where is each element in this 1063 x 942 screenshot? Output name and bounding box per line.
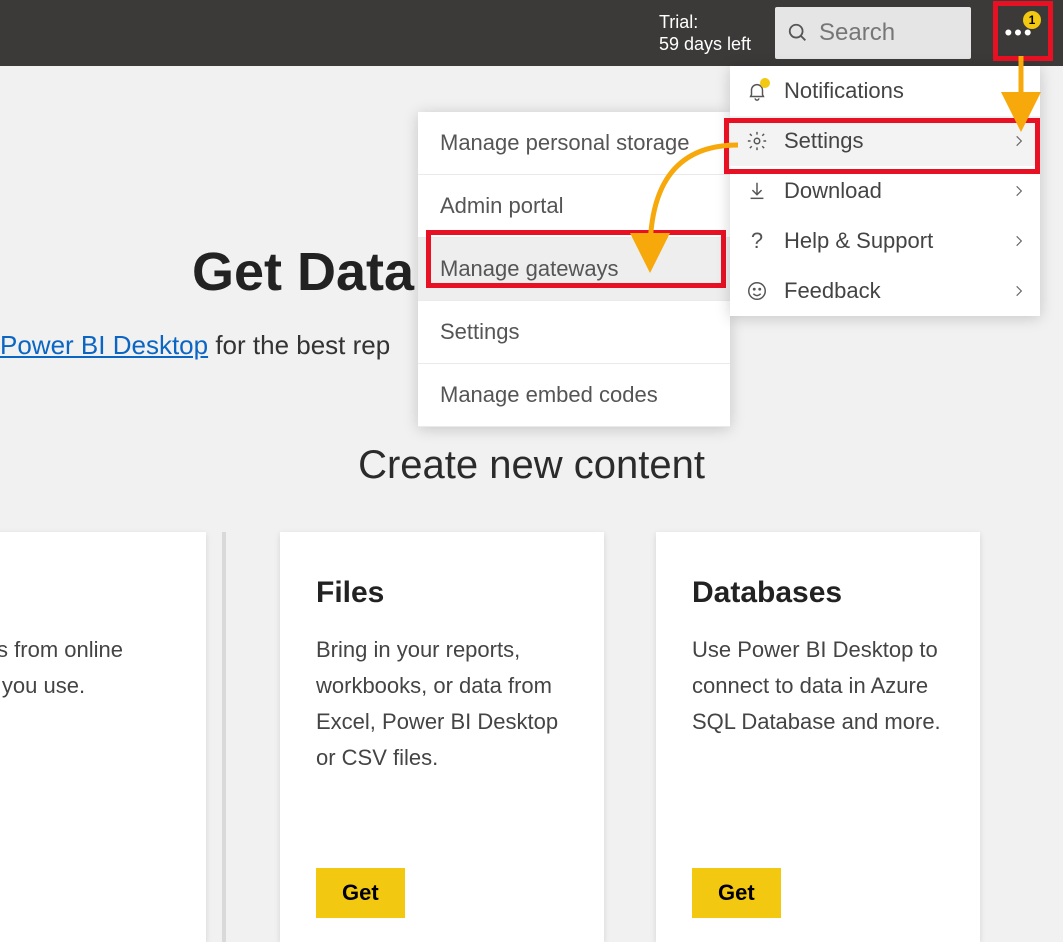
top-bar: Trial: 59 days left ••• 1 [0, 0, 1063, 66]
page-title: Get Data [192, 241, 414, 303]
dropdown-item-notifications[interactable]: Notifications [730, 66, 1040, 116]
dropdown-item-settings[interactable]: Settings [730, 116, 1040, 166]
annotation-arrow-down [1001, 56, 1041, 141]
desktop-link[interactable]: Power BI Desktop [0, 330, 208, 360]
chevron-right-icon [1012, 228, 1026, 254]
create-heading: Create new content [0, 443, 1063, 488]
dropdown-item-download[interactable]: Download [730, 166, 1040, 216]
page-subtitle: Power BI Desktop for the best rep [0, 330, 390, 361]
dropdown-label: Feedback [784, 278, 881, 304]
cards-row: ices e apps from online s that you use. … [0, 532, 980, 942]
card-databases: Databases Use Power BI Desktop to connec… [656, 532, 980, 942]
card-title: ices [0, 576, 170, 610]
card-desc-line: e apps from online [0, 632, 170, 668]
dropdown-label: Notifications [784, 78, 904, 104]
dropdown-label: Settings [784, 128, 864, 154]
dropdown-item-help[interactable]: ? Help & Support [730, 216, 1040, 266]
options-dropdown: Notifications Settings Download ? Help &… [730, 66, 1040, 316]
submenu-label: Manage embed codes [440, 382, 658, 408]
card-title: Files [316, 576, 568, 610]
submenu-label: Admin portal [440, 193, 564, 219]
search-container[interactable] [775, 7, 971, 59]
trial-label: Trial: [659, 11, 751, 33]
card-description: Bring in your reports, workbooks, or dat… [316, 632, 568, 776]
submenu-label: Manage gateways [440, 256, 619, 282]
card-description: Use Power BI Desktop to connect to data … [692, 632, 944, 740]
more-options-button[interactable]: ••• 1 [991, 5, 1047, 61]
smile-icon [744, 280, 770, 302]
bell-icon [744, 80, 770, 102]
card-services: ices e apps from online s that you use. … [0, 532, 206, 942]
subtitle-text: for the best rep [208, 330, 390, 360]
submenu-item-admin-portal[interactable]: Admin portal [418, 175, 730, 238]
card-title: Databases [692, 576, 944, 610]
download-icon [744, 180, 770, 202]
help-icon: ? [744, 228, 770, 254]
submenu-item-embed-codes[interactable]: Manage embed codes [418, 364, 730, 427]
submenu-item-settings[interactable]: Settings [418, 301, 730, 364]
chevron-right-icon [1012, 278, 1026, 304]
card-files: Files Bring in your reports, workbooks, … [280, 532, 604, 942]
trial-days: 59 days left [659, 33, 751, 55]
dropdown-label: Help & Support [784, 228, 933, 254]
search-icon [787, 22, 809, 44]
get-button-files[interactable]: Get [316, 868, 405, 918]
settings-submenu: Manage personal storage Admin portal Man… [418, 112, 730, 427]
submenu-item-manage-gateways[interactable]: Manage gateways [418, 238, 730, 301]
trial-info: Trial: 59 days left [659, 11, 751, 55]
submenu-label: Manage personal storage [440, 130, 690, 156]
vertical-divider [222, 532, 226, 942]
card-desc-line: s that you use. [0, 668, 170, 704]
card-description: e apps from online s that you use. [0, 632, 170, 704]
dropdown-item-feedback[interactable]: Feedback [730, 266, 1040, 316]
gear-icon [744, 130, 770, 152]
notification-badge: 1 [1023, 11, 1041, 29]
dropdown-label: Download [784, 178, 882, 204]
submenu-item-personal-storage[interactable]: Manage personal storage [418, 112, 730, 175]
get-button-databases[interactable]: Get [692, 868, 781, 918]
submenu-label: Settings [440, 319, 520, 345]
chevron-right-icon [1012, 178, 1026, 204]
